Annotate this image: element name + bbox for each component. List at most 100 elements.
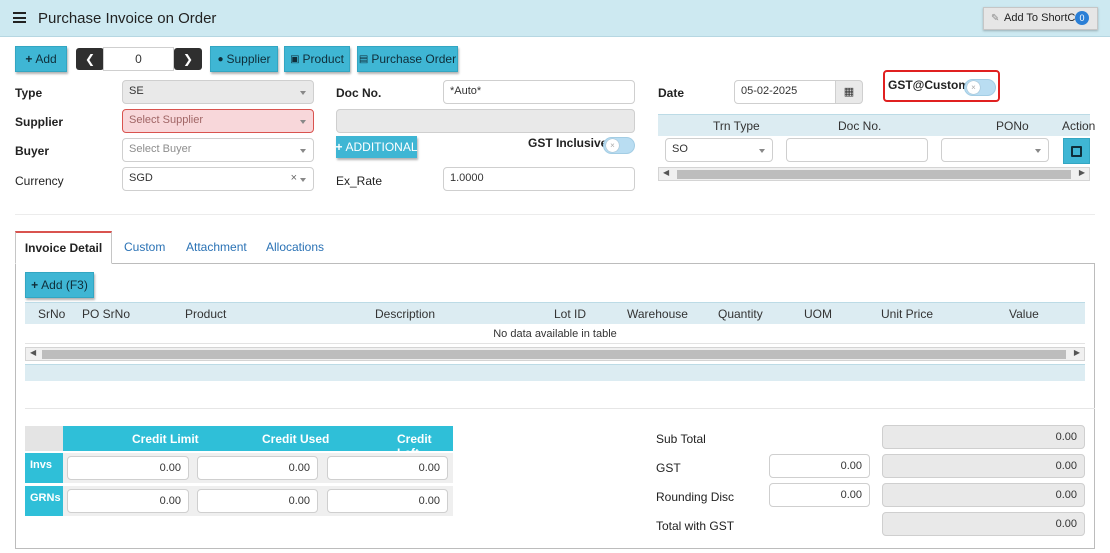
scroll-left-icon[interactable]: ◀ xyxy=(30,348,36,357)
caret-down-icon xyxy=(300,120,306,124)
tab-invoice-detail[interactable]: Invoice Detail xyxy=(15,231,112,264)
rounding-disc-value: 0.00 xyxy=(882,483,1085,507)
pencil-icon: ✎ xyxy=(991,13,1000,24)
gst-inclusive-label: GST Inclusive xyxy=(528,136,608,150)
clear-icon[interactable]: × xyxy=(291,172,297,184)
scrollbar-thumb[interactable] xyxy=(677,170,1071,179)
page-title: Purchase Invoice on Order xyxy=(38,10,217,27)
buyer-select[interactable]: Select Buyer xyxy=(122,138,314,162)
tab-allocations[interactable]: Allocations xyxy=(266,240,324,254)
detail-table-footer xyxy=(25,364,1085,381)
gst-label: GST xyxy=(656,461,681,475)
ex-rate-input[interactable]: 1.0000 xyxy=(443,167,635,191)
document-icon: ▤ xyxy=(358,53,369,65)
gst-custom-label: GST@Custom xyxy=(888,78,970,92)
scroll-left-icon[interactable]: ◀ xyxy=(663,168,669,177)
credit-used-header: Credit Used xyxy=(262,432,330,446)
type-label: Type xyxy=(15,86,43,100)
gst-inclusive-toggle[interactable]: × xyxy=(603,137,635,154)
shortcut-label: Add To ShortCut xyxy=(1004,12,1085,24)
chevron-left-icon: ❮ xyxy=(84,52,96,66)
date-input[interactable]: 05-02-2025 xyxy=(734,80,836,104)
toggle-off-icon: × xyxy=(967,81,980,94)
trn-table-header: Trn Type Doc No. PONo Action xyxy=(658,114,1095,136)
detail-horizontal-scrollbar[interactable]: ◀ ▶ xyxy=(25,347,1085,361)
column-lot-id: Lot ID xyxy=(554,307,587,321)
grns-credit-limit[interactable]: 0.00 xyxy=(67,489,189,513)
additional-button[interactable]: + ADDITIONAL xyxy=(335,136,418,158)
scroll-right-icon[interactable]: ▶ xyxy=(1074,348,1080,357)
total-with-gst-value: 0.00 xyxy=(882,512,1085,536)
add-line-button[interactable]: + Add (F3) xyxy=(25,272,94,298)
totals-divider xyxy=(25,408,1095,409)
plus-icon: + xyxy=(335,140,343,154)
tab-attachment[interactable]: Attachment xyxy=(186,240,247,254)
plus-icon: + xyxy=(31,278,39,292)
user-icon: ● xyxy=(217,53,224,65)
supplier-button[interactable]: ● Supplier xyxy=(210,46,278,72)
credit-row-grns-label: GRNs xyxy=(25,486,63,516)
column-uom: UOM xyxy=(804,307,832,321)
chevron-right-icon: ❯ xyxy=(182,52,194,66)
trn-action-column-header: Action xyxy=(1062,119,1096,133)
credit-grid-corner xyxy=(25,426,63,451)
hamburger-menu-icon[interactable] xyxy=(13,12,26,23)
column-warehouse: Warehouse xyxy=(627,307,688,321)
gst-input[interactable]: 0.00 xyxy=(769,454,870,478)
trn-horizontal-scrollbar[interactable]: ◀ ▶ xyxy=(658,167,1090,181)
type-select[interactable]: SE xyxy=(122,80,314,104)
gst-value: 0.00 xyxy=(882,454,1085,478)
shortcut-count-badge: 0 xyxy=(1075,11,1089,25)
scroll-right-icon[interactable]: ▶ xyxy=(1079,168,1085,177)
column-srno: SrNo xyxy=(38,307,66,321)
column-unit-price: Unit Price xyxy=(881,307,934,321)
buyer-label: Buyer xyxy=(15,144,50,158)
add-to-shortcut-button[interactable]: ✎ Add To ShortCut 0 xyxy=(983,7,1098,30)
previous-record-button[interactable]: ❮ xyxy=(76,48,104,70)
supplier-label: Supplier xyxy=(15,115,64,129)
gst-custom-box: GST@Custom × xyxy=(883,70,1000,102)
supplier-info-field xyxy=(336,109,635,133)
calendar-icon[interactable]: ▦ xyxy=(835,80,863,104)
trn-type-select[interactable]: SO xyxy=(665,138,773,162)
trn-docno-input[interactable] xyxy=(786,138,928,162)
purchase-order-button[interactable]: ▤ Purchase Order xyxy=(357,46,458,72)
plus-icon: + xyxy=(25,52,33,66)
currency-label: Currency xyxy=(15,174,64,188)
detail-table-header: SrNo PO SrNo Product Description Lot ID … xyxy=(25,302,1085,324)
invs-credit-limit[interactable]: 0.00 xyxy=(67,456,189,480)
doc-no-input[interactable]: *Auto* xyxy=(443,80,635,104)
caret-down-icon xyxy=(300,149,306,153)
supplier-select[interactable]: Select Supplier xyxy=(122,109,314,133)
caret-down-icon xyxy=(759,149,765,153)
gst-custom-toggle[interactable]: × xyxy=(964,79,996,96)
section-divider xyxy=(15,214,1095,215)
ex-rate-label: Ex_Rate xyxy=(336,174,383,188)
trn-docno-column-header: Doc No. xyxy=(838,119,882,133)
currency-select[interactable]: SGD × xyxy=(122,167,314,191)
page-header: Purchase Invoice on Order ✎ Add To Short… xyxy=(0,0,1110,37)
credit-grid-header: Credit Limit Credit Used Credit Left xyxy=(63,426,453,460)
caret-down-icon xyxy=(300,91,306,95)
invs-credit-left[interactable]: 0.00 xyxy=(327,456,448,480)
invs-credit-used[interactable]: 0.00 xyxy=(197,456,318,480)
grns-credit-left[interactable]: 0.00 xyxy=(327,489,448,513)
rounding-disc-input[interactable]: 0.00 xyxy=(769,483,870,507)
caret-down-icon xyxy=(1035,149,1041,153)
tab-custom[interactable]: Custom xyxy=(124,240,165,254)
doc-no-label: Doc No. xyxy=(336,86,382,100)
gift-icon: ▣ xyxy=(290,53,300,65)
pono-select[interactable] xyxy=(941,138,1049,162)
add-button[interactable]: + Add xyxy=(15,46,67,72)
next-record-button[interactable]: ❯ xyxy=(174,48,202,70)
grns-credit-used[interactable]: 0.00 xyxy=(197,489,318,513)
column-po-srno: PO SrNo xyxy=(82,307,131,321)
subtotal-label: Sub Total xyxy=(656,432,706,446)
record-number-input[interactable]: 0 xyxy=(103,47,174,71)
save-icon[interactable] xyxy=(1063,138,1090,164)
column-quantity: Quantity xyxy=(718,307,763,321)
scrollbar-thumb[interactable] xyxy=(42,350,1066,359)
product-button[interactable]: ▣ Product xyxy=(284,46,350,72)
rounding-disc-label: Rounding Disc xyxy=(656,490,735,504)
toggle-off-icon: × xyxy=(606,139,619,152)
